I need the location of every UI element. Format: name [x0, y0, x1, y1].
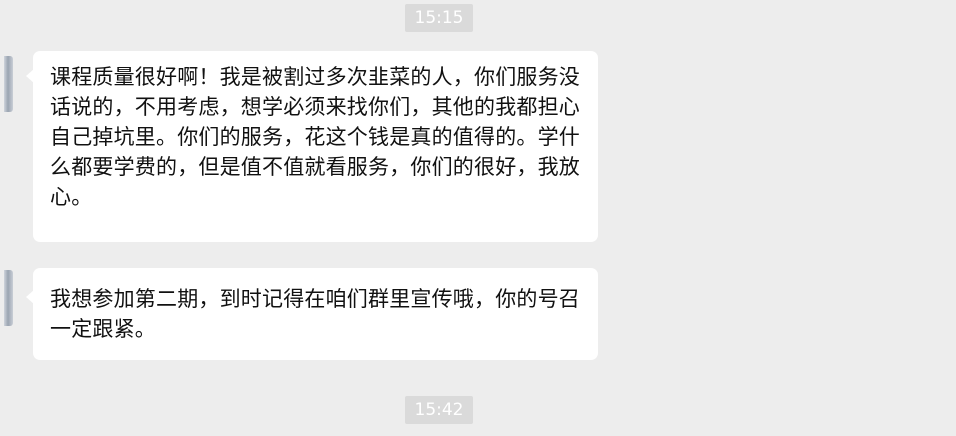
message-text: 课程质量很好啊！我是被割过多次韭菜的人，你们服务没话说的，不用考虑，想学必须来找… — [50, 65, 580, 209]
message-bubble[interactable]: 课程质量很好啊！我是被割过多次韭菜的人，你们服务没话说的，不用考虑，想学必须来找… — [26, 51, 598, 242]
message-bubble[interactable]: 我想参加第二期，到时记得在咱们群里宣传哦，你的号召一定跟紧。 — [26, 268, 598, 360]
message-text: 我想参加第二期，到时记得在咱们群里宣传哦，你的号召一定跟紧。 — [50, 287, 580, 341]
avatar[interactable] — [4, 56, 13, 112]
avatar[interactable] — [4, 270, 13, 326]
timestamp-top: 15:15 — [405, 4, 473, 32]
chat-window: 15:15 课程质量很好啊！我是被割过多次韭菜的人，你们服务没话说的，不用考虑，… — [0, 0, 956, 436]
timestamp-bottom: 15:42 — [405, 396, 473, 424]
